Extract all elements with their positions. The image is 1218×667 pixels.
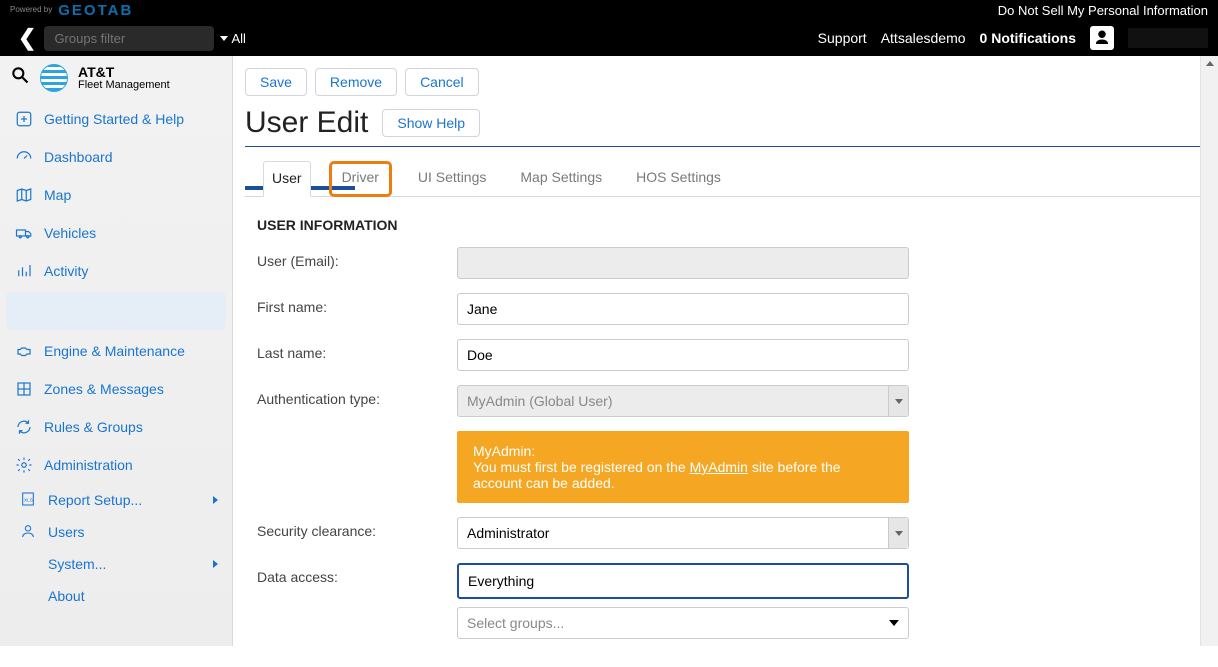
sidebar-sub-about[interactable]: About [0, 580, 232, 612]
gauge-icon [14, 148, 34, 166]
select-groups-placeholder: Select groups... [467, 615, 564, 631]
sidebar-item-vehicles[interactable]: Vehicles [0, 214, 232, 252]
myadmin-alert: MyAdmin: You must first be registered on… [457, 431, 909, 503]
gear-icon [14, 456, 34, 474]
label-auth-type: Authentication type: [257, 385, 457, 407]
sidebar-sub-label: System... [48, 556, 106, 572]
user-email-input [457, 247, 909, 279]
label-first-name: First name: [257, 293, 457, 315]
brand-text: AT&T Fleet Management [78, 65, 170, 91]
powered-by-label: Powered by [10, 6, 52, 14]
caret-right-icon [213, 496, 218, 504]
scrollbar[interactable] [1200, 56, 1218, 646]
support-link[interactable]: Support [818, 30, 867, 46]
account-link[interactable]: Attsalesdemo [881, 30, 966, 46]
search-icon[interactable] [10, 65, 30, 91]
plus-box-icon [14, 110, 34, 128]
user-icon [20, 523, 36, 542]
first-name-input[interactable] [457, 293, 909, 325]
sidebar-item-zones[interactable]: Zones & Messages [0, 370, 232, 408]
sidebar-item-label: Map [44, 187, 71, 203]
tab-ui-settings[interactable]: UI Settings [410, 161, 494, 196]
page-title: User Edit [245, 106, 368, 140]
zones-icon [14, 380, 34, 398]
caret-down-icon [220, 36, 228, 41]
label-user-email: User (Email): [257, 247, 457, 269]
xls-icon: XLS [20, 491, 36, 510]
label-security-clearance: Security clearance: [257, 517, 457, 539]
sidebar-item-engine[interactable]: Engine & Maintenance [0, 332, 232, 370]
sidebar-item-label: Activity [44, 263, 88, 279]
groups-all-label: All [231, 31, 245, 46]
scroll-up-icon[interactable] [1203, 58, 1217, 72]
tab-driver[interactable]: Driver [329, 161, 392, 197]
groups-filter-input[interactable] [44, 26, 214, 51]
chart-icon [14, 262, 34, 280]
sidebar-item-label: Zones & Messages [44, 381, 164, 397]
engine-icon [14, 342, 34, 360]
sidebar-sub-report-setup[interactable]: XLS Report Setup... [0, 484, 232, 516]
back-chevron-icon[interactable]: ❮ [10, 25, 44, 51]
data-access-tagbox[interactable]: Everything [457, 563, 909, 599]
myadmin-link[interactable]: MyAdmin [690, 459, 748, 475]
data-access-value: Everything [468, 573, 534, 589]
sidebar-sub-label: About [48, 588, 85, 604]
top-bar: Powered by GEOTAB Do Not Sell My Persona… [0, 0, 1218, 56]
refresh-icon [14, 418, 34, 436]
sidebar: AT&T Fleet Management Getting Started & … [0, 56, 233, 646]
sidebar-item-label: Rules & Groups [44, 419, 143, 435]
sidebar-item-getting-started[interactable]: Getting Started & Help [0, 100, 232, 138]
title-divider [245, 146, 1206, 147]
tab-map-settings[interactable]: Map Settings [512, 161, 610, 196]
caret-down-icon [889, 620, 899, 626]
sidebar-item-map[interactable]: Map [0, 176, 232, 214]
truck-icon [14, 224, 34, 242]
action-button-row: Save Remove Cancel [233, 56, 1218, 106]
svg-text:XLS: XLS [24, 497, 33, 502]
tabs-row: User Driver UI Settings Map Settings HOS… [245, 155, 1206, 197]
att-logo-icon [40, 64, 68, 92]
content-area: Save Remove Cancel User Edit Show Help U… [233, 56, 1218, 646]
avatar-icon[interactable] [1090, 26, 1114, 50]
sidebar-item-label: Administration [44, 457, 133, 473]
map-icon [14, 186, 34, 204]
alert-title: MyAdmin: [473, 443, 893, 459]
sidebar-item-highlighted[interactable] [6, 292, 226, 330]
select-groups-dropdown[interactable]: Select groups... [457, 607, 909, 639]
sidebar-item-administration[interactable]: Administration [0, 446, 232, 484]
section-user-information: USER INFORMATION [257, 217, 1194, 233]
sidebar-item-dashboard[interactable]: Dashboard [0, 138, 232, 176]
cancel-button[interactable]: Cancel [405, 68, 479, 96]
show-help-button[interactable]: Show Help [382, 109, 480, 137]
sidebar-item-activity[interactable]: Activity [0, 252, 232, 290]
notifications-link[interactable]: 0 Notifications [980, 30, 1076, 46]
alert-text-a: You must first be registered on the [473, 459, 690, 475]
last-name-input[interactable] [457, 339, 909, 371]
label-data-access: Data access: [257, 563, 457, 585]
sidebar-item-rules[interactable]: Rules & Groups [0, 408, 232, 446]
geotab-logo-text: GEOTAB [58, 2, 133, 19]
sidebar-item-label: Getting Started & Help [44, 111, 184, 127]
caret-right-icon [213, 560, 218, 568]
label-last-name: Last name: [257, 339, 457, 361]
sidebar-sub-system[interactable]: System... [0, 548, 232, 580]
security-clearance-select[interactable] [457, 517, 909, 549]
tab-hos-settings[interactable]: HOS Settings [628, 161, 729, 196]
tab-user[interactable]: User [263, 161, 311, 197]
save-button[interactable]: Save [245, 68, 307, 96]
groups-all-dropdown[interactable]: All [220, 31, 245, 46]
sidebar-item-label: Vehicles [44, 225, 96, 241]
select-caret-icon[interactable] [888, 518, 908, 548]
do-not-sell-link[interactable]: Do Not Sell My Personal Information [998, 3, 1208, 18]
select-caret-icon[interactable] [888, 386, 908, 416]
sidebar-sub-label: Report Setup... [48, 492, 142, 508]
form-area: USER INFORMATION User (Email): First nam… [233, 197, 1218, 667]
sidebar-sub-users[interactable]: Users [0, 516, 232, 548]
sidebar-item-label: Engine & Maintenance [44, 343, 185, 359]
sidebar-sub-label: Users [48, 524, 85, 540]
auth-type-select[interactable] [457, 385, 909, 417]
remove-button[interactable]: Remove [315, 68, 397, 96]
sidebar-item-label: Dashboard [44, 149, 113, 165]
account-name-redacted [1128, 28, 1208, 48]
